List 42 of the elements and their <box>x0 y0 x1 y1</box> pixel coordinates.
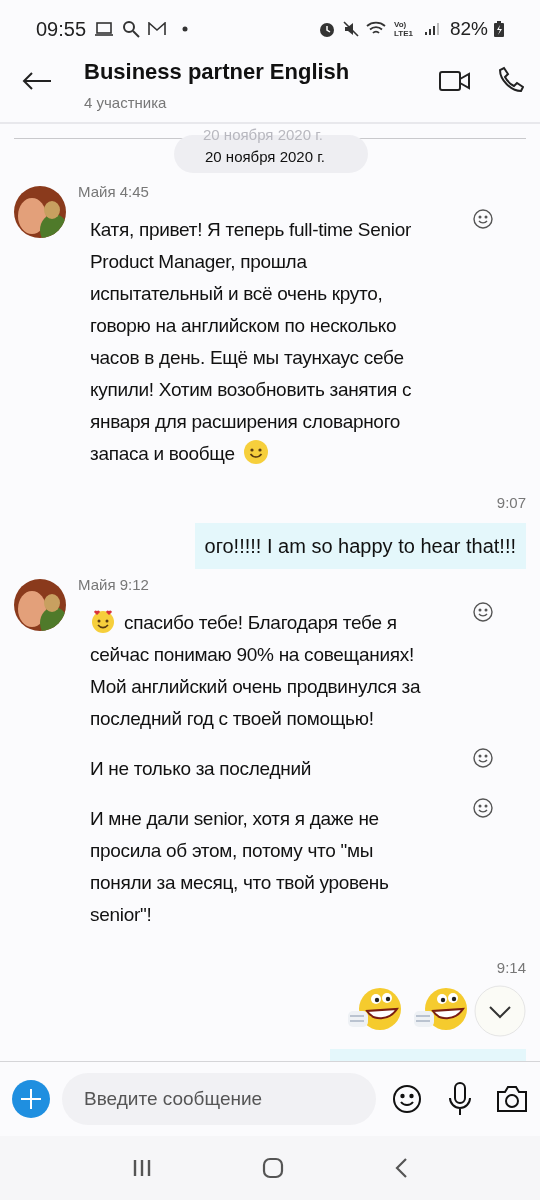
voice-call-button[interactable] <box>498 66 524 92</box>
message-text: И не только за последний <box>90 756 313 781</box>
add-button[interactable] <box>12 1080 50 1118</box>
avatar <box>14 186 66 238</box>
alarm-icon <box>317 20 336 38</box>
signal-icon <box>423 22 440 36</box>
avatar <box>14 578 66 631</box>
message-input[interactable]: Введите сообщение <box>62 1073 376 1125</box>
network-label: Vo) LTE1 <box>393 20 414 38</box>
message-time: 9:07 <box>496 493 526 513</box>
date-label: 20 ноября 2020 г. <box>205 147 325 167</box>
mail-icon <box>148 22 167 36</box>
back-nav-button[interactable] <box>394 1157 408 1179</box>
add-reaction-icon[interactable] <box>472 746 494 769</box>
microphone-button[interactable] <box>448 1082 472 1116</box>
battery-icon <box>494 21 504 37</box>
search-icon <box>122 20 141 38</box>
message-text: И мне дали senior, хотя я даже не просила об этом, потому что "мы поняли за месяц, что твой уровень senior"! <box>90 806 390 927</box>
add-reaction-icon[interactable] <box>472 796 494 819</box>
add-reaction-icon[interactable] <box>472 208 494 230</box>
notification-dot-icon <box>182 26 189 32</box>
home-button[interactable] <box>262 1157 284 1179</box>
recent-apps-button[interactable] <box>132 1159 152 1177</box>
message-text: спасибо тебе! Благодаря тебе я сейчас понимаю 90% на совещаниях! Мой английский очень продвинулся за последний год с твоей помощью! <box>90 606 422 735</box>
date-label-ghost: 20 ноября 2020 г. <box>203 126 323 143</box>
add-reaction-icon[interactable] <box>472 600 494 623</box>
participant-count: 4 участника <box>84 93 168 113</box>
battery-percentage: 82% <box>449 16 488 41</box>
back-button[interactable] <box>22 71 52 91</box>
laptop-icon <box>94 21 115 37</box>
sender-time: Майя 4:45 <box>78 182 150 202</box>
sender-time: Майя 9:12 <box>78 574 150 595</box>
emoji-button[interactable] <box>392 1084 422 1114</box>
status-time: 09:55 <box>36 17 87 42</box>
scroll-down-button[interactable] <box>474 985 526 1037</box>
video-call-button[interactable] <box>439 70 471 92</box>
chat-title: Business partner English <box>84 58 350 86</box>
mute-icon <box>341 20 360 38</box>
camera-button[interactable] <box>496 1085 528 1113</box>
message-time: 9:14 <box>496 957 526 978</box>
message-text: Катя, привет! Я теперь full-time Senior Product Manager, прошла испытательный и всё очень круто, говорю на английском по несколько часов в день. Ещё мы таунхаус себе купили! Хотим возобновить занятия с января для расширения словарного запаса и вообще <box>90 218 413 467</box>
sent-message: ого!!!!! I am so happy to hear that!!! <box>194 522 526 569</box>
